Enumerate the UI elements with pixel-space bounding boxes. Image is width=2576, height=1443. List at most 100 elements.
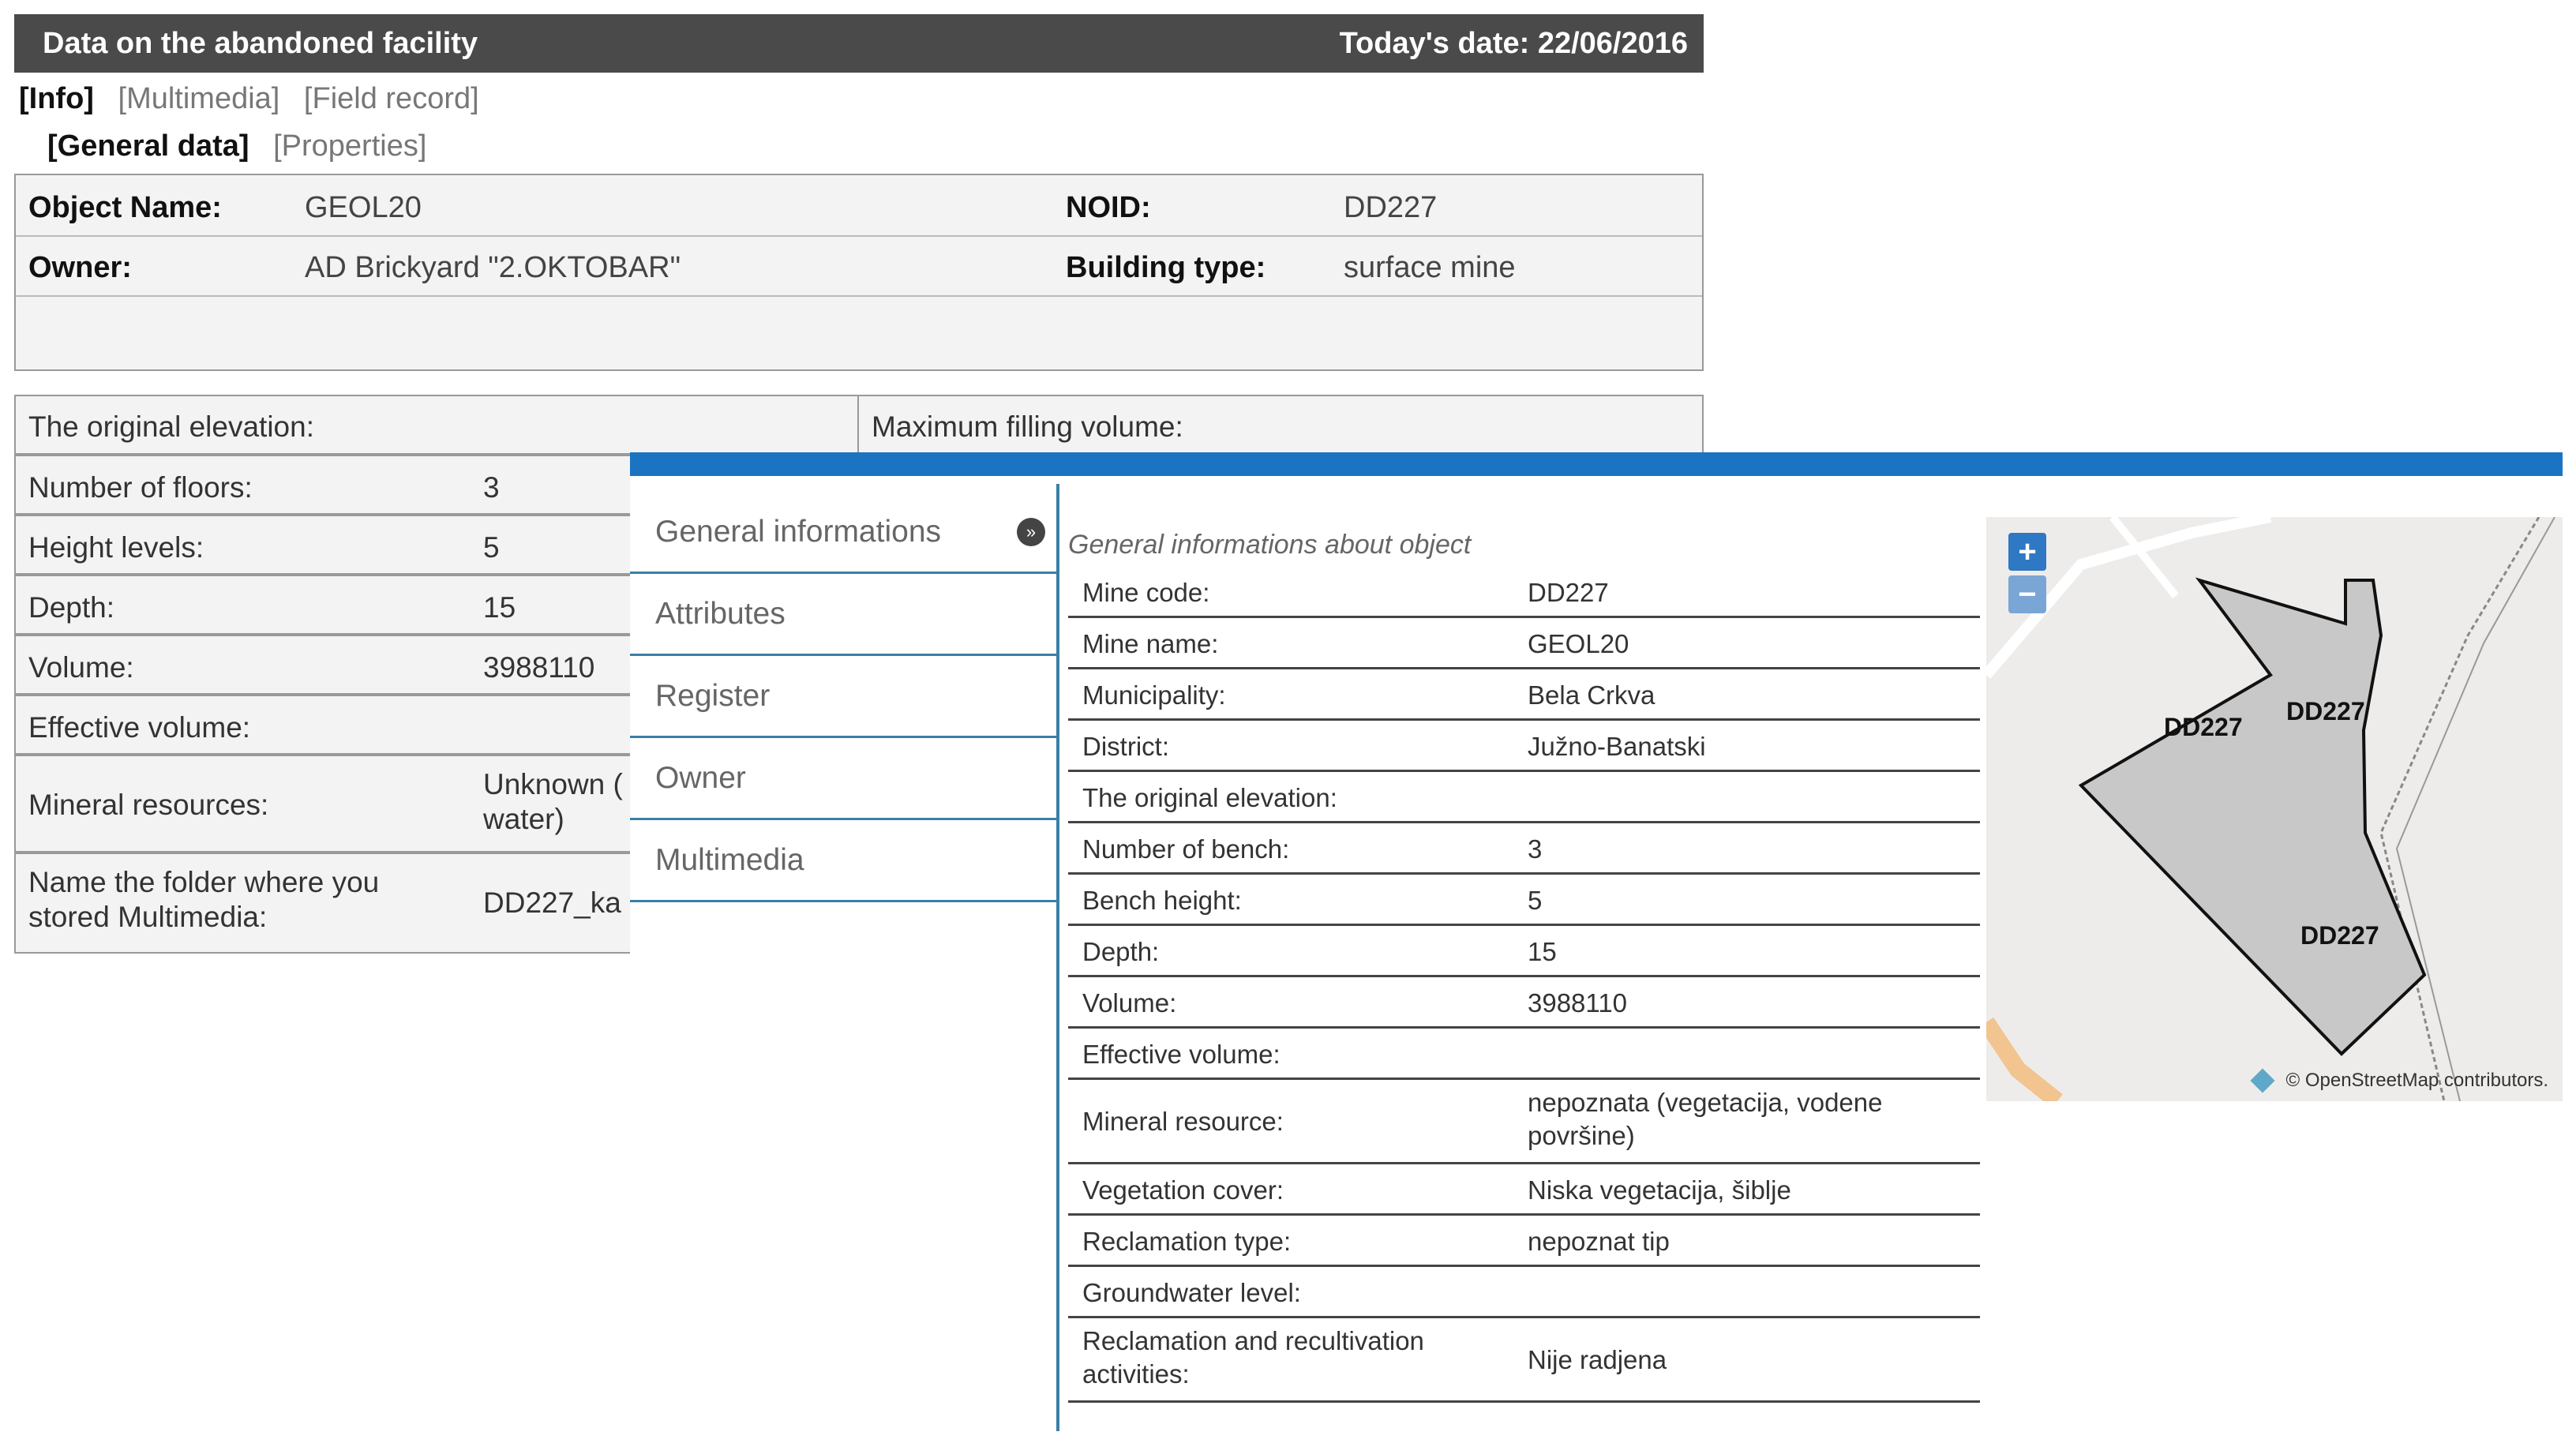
nav-item-label: Owner (655, 760, 746, 795)
info-row: Effective volume: (1068, 1029, 1980, 1080)
info-value: GEOL20 (1528, 629, 1629, 658)
property-label: Effective volume: (28, 711, 251, 744)
nav-item-attributes[interactable]: Attributes (630, 574, 1056, 656)
map-label: DD227 (2286, 697, 2365, 725)
nav-item-general-informations[interactable]: General informations » (630, 492, 1056, 574)
object-name-value: GEOL20 (305, 191, 422, 224)
info-label: Reclamation type: (1082, 1227, 1292, 1256)
zoom-in-button[interactable]: + (2008, 533, 2046, 571)
general-row-owner: Owner: AD Brickyard "2.OKTOBAR" Building… (16, 235, 1702, 297)
mine-polygon[interactable] (2078, 577, 2427, 1056)
property-label: Number of floors: (28, 471, 253, 504)
info-row: Number of bench: 3 (1068, 823, 1980, 875)
info-label: Municipality: (1082, 680, 1226, 710)
original-elevation-label: The original elevation: (28, 410, 314, 443)
property-row: Height levels: 5 (14, 515, 646, 575)
info-row: The original elevation: (1068, 772, 1980, 823)
noid-label: NOID: (1066, 191, 1151, 224)
property-value: DD227_ka (483, 886, 621, 919)
page-title: Data on the abandoned facility (43, 26, 478, 60)
info-row: Municipality: Bela Crkva (1068, 669, 1980, 721)
info-row: Bench height: 5 (1068, 875, 1980, 926)
info-label: Number of bench: (1082, 834, 1290, 864)
info-value: 5 (1528, 886, 1543, 915)
osm-logo-icon (2250, 1068, 2276, 1093)
info-row: Depth: 15 (1068, 926, 1980, 977)
info-label: Effective volume: (1082, 1040, 1281, 1069)
info-value: 3988110 (1528, 988, 1628, 1018)
window-title-bar (630, 452, 2563, 476)
info-value: nepoznata (vegetacija, vodene površine) (1528, 1088, 1883, 1150)
nav-item-owner[interactable]: Owner (630, 738, 1056, 820)
property-row: Depth: 15 (14, 575, 646, 635)
current-date: Today's date: 22/06/2016 (1339, 26, 1688, 60)
info-label: Volume: (1082, 988, 1177, 1018)
info-value: 15 (1528, 937, 1557, 966)
info-value: 3 (1528, 834, 1543, 864)
nav-item-multimedia[interactable]: Multimedia (630, 820, 1056, 902)
info-row: District: Južno-Banatski (1068, 721, 1980, 772)
info-value: Južno-Banatski (1528, 732, 1706, 761)
nav-divider (1056, 484, 1059, 1431)
owner-value: AD Brickyard "2.OKTOBAR" (305, 251, 681, 284)
nav-item-register[interactable]: Register (630, 656, 1056, 738)
property-value: 5 (483, 531, 500, 564)
tab-field-record[interactable]: [Field record] (304, 82, 479, 115)
main-tabs: [Info] [Multimedia] [Field record] (19, 82, 495, 116)
map-canvas (1986, 517, 2555, 1101)
noid-value: DD227 (1344, 191, 1438, 224)
general-data-panel: Object Name: GEOL20 NOID: DD227 Owner: A… (14, 174, 1704, 371)
info-label: The original elevation: (1082, 783, 1337, 812)
map-view[interactable]: + − DD227 DD227 DD227 © OpenStreetMap co… (1986, 517, 2563, 1101)
info-value: Nije radjena (1528, 1345, 1667, 1374)
property-label: Volume: (28, 651, 134, 684)
owner-label: Owner: (28, 251, 132, 284)
property-value: 3988110 (483, 651, 595, 684)
object-name-label: Object Name: (28, 191, 222, 224)
info-label: Groundwater level: (1082, 1278, 1301, 1307)
info-row: Vegetation cover: Niska vegetacija, šiblj… (1068, 1164, 1980, 1216)
general-row-name: Object Name: GEOL20 NOID: DD227 (16, 175, 1702, 237)
object-details-window: General informations » Attributes Register O… (630, 452, 2563, 1443)
map-attribution: © OpenStreetMap contributors. (2250, 1068, 2548, 1093)
attribution-text[interactable]: © OpenStreetMap contributors. (2285, 1070, 2548, 1092)
property-row: Number of floors: 3 (14, 455, 646, 515)
max-filling-volume-label: Maximum filling volume: (872, 410, 1183, 443)
tab-multimedia[interactable]: [Multimedia] (118, 82, 280, 115)
zoom-out-button[interactable]: − (2008, 575, 2046, 613)
info-section-title: General informations about object (1068, 530, 1472, 560)
property-row: Mineral resources: Unknown ( water) (14, 755, 646, 853)
tab-info[interactable]: [Info] (19, 82, 94, 115)
info-row: Mine name: GEOL20 (1068, 618, 1980, 669)
property-label: Mineral resources: (28, 789, 269, 821)
info-row: Reclamation type: nepoznat tip (1068, 1216, 1980, 1267)
info-label: District: (1082, 732, 1169, 761)
building-type-value: surface mine (1344, 251, 1516, 284)
property-value: 15 (483, 591, 516, 624)
forward-arrow-icon: » (1017, 517, 1045, 546)
info-label: Mine code: (1082, 578, 1210, 607)
info-row: Mine code: DD227 (1068, 567, 1980, 618)
info-row: Groundwater level: (1068, 1267, 1980, 1318)
map-label: DD227 (2300, 921, 2379, 950)
info-label: Mine name: (1082, 629, 1219, 658)
info-value: Bela Crkva (1528, 680, 1655, 710)
original-elevation-row: The original elevation: (14, 395, 859, 455)
tab-general-data[interactable]: [General data] (47, 129, 249, 163)
info-value: nepoznat tip (1528, 1227, 1670, 1256)
tab-properties[interactable]: [Properties] (273, 129, 426, 163)
nav-item-label: General informations (655, 514, 942, 549)
info-label: Vegetation cover: (1082, 1175, 1284, 1205)
sub-tabs: [General data] [Properties] (47, 129, 442, 163)
window-header: Data on the abandoned facility Today's d… (14, 14, 1704, 73)
property-label: Height levels: (28, 531, 204, 564)
info-label: Bench height: (1082, 886, 1242, 915)
nav-item-label: Attributes (655, 596, 786, 631)
max-filling-volume-row: Maximum filling volume: (857, 395, 1704, 455)
property-row: Volume: 3988110 (14, 635, 646, 695)
property-value: 3 (483, 471, 500, 504)
info-label: Reclamation and recultivation activities… (1082, 1326, 1424, 1389)
info-value: DD227 (1528, 578, 1609, 607)
property-label: Name the folder where you stored Multime… (28, 866, 380, 933)
property-row: Name the folder where you stored Multime… (14, 853, 646, 954)
